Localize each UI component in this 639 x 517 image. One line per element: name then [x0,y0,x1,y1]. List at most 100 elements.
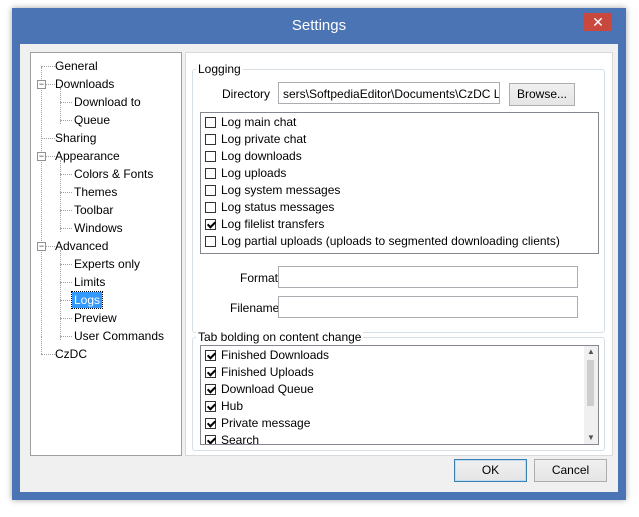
settings-window: Settings ✕ − − − General Downloads Downl… [12,8,626,500]
option-label: Search [221,433,260,445]
window-title: Settings [291,17,347,34]
scroll-up-icon[interactable]: ▲ [584,346,598,358]
title-bar[interactable]: Settings ✕ [12,8,626,44]
tree-line [60,264,72,265]
tree-item-download-to[interactable]: Download to [72,94,143,110]
expand-collapse-icon[interactable]: − [37,80,46,89]
tree-line [41,337,42,354]
logs-settings-panel: Logging Directory sers\SoftpediaEditor\D… [185,52,613,456]
tree-item-experts-only[interactable]: Experts only [72,256,142,272]
option-label: Log system messages [221,183,341,197]
tree-item-preview[interactable]: Preview [72,310,119,326]
tree-line [41,67,42,337]
tree-item-user-commands[interactable]: User Commands [72,328,166,344]
vertical-scrollbar[interactable]: ▲ ▼ [584,346,598,444]
checkbox[interactable] [205,435,216,444]
tree-line [60,318,72,319]
ok-button[interactable]: OK [454,459,527,482]
directory-label: Directory [222,87,271,101]
tree-item-toolbar[interactable]: Toolbar [72,202,115,218]
tree-item-czdc[interactable]: CzDC [53,346,89,362]
log-option-main-chat[interactable]: Log main chat [205,114,296,131]
tab-bolding-group-title: Tab bolding on content change [196,330,364,344]
expand-collapse-icon[interactable]: − [37,152,46,161]
tree-item-colors-fonts[interactable]: Colors & Fonts [72,166,155,182]
tree-line [60,174,72,175]
option-label: Log status messages [221,200,335,214]
tree-line [60,102,72,103]
tree-item-advanced[interactable]: Advanced [53,238,110,254]
checkbox[interactable] [205,134,216,145]
option-label: Log downloads [221,149,302,163]
tab-bolding-download-queue[interactable]: Download Queue [205,381,314,398]
tree-item-general[interactable]: General [53,58,100,74]
option-label: Hub [221,399,244,413]
tree-item-queue[interactable]: Queue [72,112,112,128]
tree-line [60,192,72,193]
log-option-status-messages[interactable]: Log status messages [205,199,334,216]
close-button[interactable]: ✕ [584,13,612,31]
option-label: Log partial uploads (uploads to segmente… [221,234,560,248]
tree-line [60,282,72,283]
checkbox[interactable] [205,401,216,412]
checkbox[interactable] [205,384,216,395]
format-input[interactable] [278,266,578,288]
option-label: Log filelist transfers [221,217,325,231]
tab-bolding-finished-uploads[interactable]: Finished Uploads [205,364,314,381]
option-label: Finished Uploads [221,365,314,379]
option-label: Log main chat [221,115,297,129]
tree-line [60,210,72,211]
tree-line [60,88,61,124]
tab-bolding-hub[interactable]: Hub [205,398,243,415]
cancel-button[interactable]: Cancel [534,459,607,482]
option-label: Download Queue [221,382,314,396]
tree-item-appearance[interactable]: Appearance [53,148,122,164]
tree-item-limits[interactable]: Limits [72,274,107,290]
checkbox[interactable] [205,168,216,179]
tab-bolding-search[interactable]: Search [205,432,260,445]
log-option-private-chat[interactable]: Log private chat [205,131,306,148]
log-option-partial-uploads[interactable]: Log partial uploads (uploads to segmente… [205,233,560,250]
tab-bolding-private-message[interactable]: Private message [205,415,310,432]
filename-input[interactable] [278,296,578,318]
option-label: Private message [221,416,311,430]
dialog-client-area: − − − General Downloads Download to Queu… [20,44,618,492]
tree-item-themes[interactable]: Themes [72,184,119,200]
tree-line [60,300,72,301]
checkbox[interactable] [205,202,216,213]
scroll-down-icon[interactable]: ▼ [584,432,598,444]
tree-line [60,228,72,229]
close-icon: ✕ [592,14,604,30]
browse-button[interactable]: Browse... [509,83,575,106]
option-label: Log private chat [221,132,307,146]
checkbox[interactable] [205,367,216,378]
tab-bolding-finished-downloads[interactable]: Finished Downloads [205,347,329,364]
tree-line [60,336,72,337]
scrollbar-thumb[interactable] [587,360,594,406]
tree-line [60,160,61,232]
log-option-uploads[interactable]: Log uploads [205,165,286,182]
checkbox[interactable] [205,185,216,196]
checkbox[interactable] [205,350,216,361]
log-option-filelist-transfers[interactable]: Log filelist transfers [205,216,324,233]
checkbox[interactable] [205,418,216,429]
checkbox[interactable] [205,151,216,162]
tree-item-sharing[interactable]: Sharing [53,130,98,146]
tree-item-downloads[interactable]: Downloads [53,76,116,92]
log-option-downloads[interactable]: Log downloads [205,148,302,165]
expand-collapse-icon[interactable]: − [37,242,46,251]
checkbox[interactable] [205,117,216,128]
logging-options-list[interactable]: Log main chat Log private chat Log downl… [200,112,599,254]
tree-item-logs[interactable]: Logs [70,291,104,309]
checkbox[interactable] [205,219,216,230]
log-option-system-messages[interactable]: Log system messages [205,182,340,199]
tab-bolding-list[interactable]: Finished Downloads Finished Uploads Down… [200,345,599,445]
filename-label: Filename [230,301,280,315]
checkbox[interactable] [205,236,216,247]
tree-item-windows[interactable]: Windows [72,220,125,236]
format-label: Format [240,271,279,285]
option-label: Finished Downloads [221,348,330,362]
settings-tree[interactable]: − − − General Downloads Download to Queu… [30,52,182,456]
directory-input[interactable]: sers\SoftpediaEditor\Documents\CzDC Logs… [278,82,500,104]
option-label: Log uploads [221,166,287,180]
